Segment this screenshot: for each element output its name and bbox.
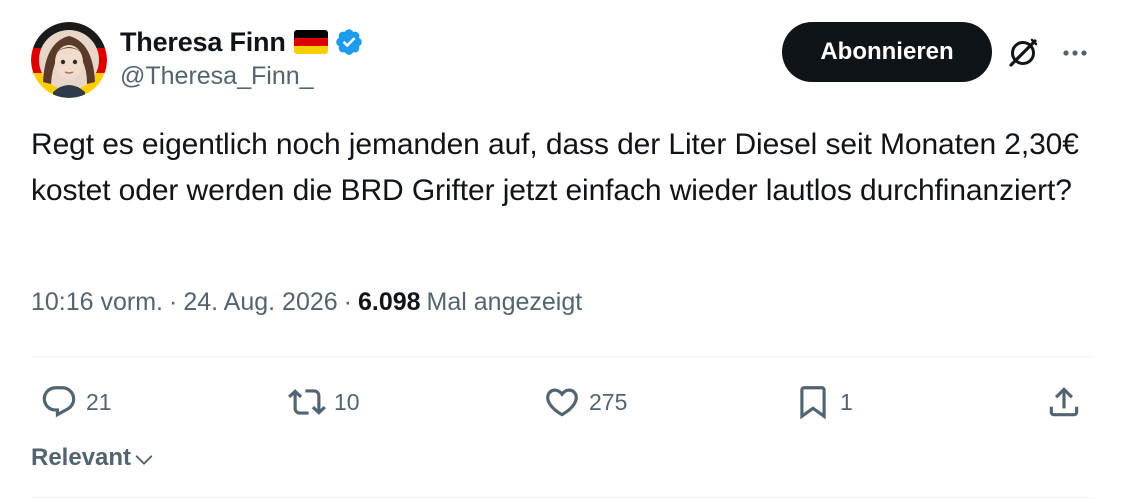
author-handle[interactable]: @Theresa_Finn_ (120, 62, 314, 91)
bookmark-icon (800, 386, 826, 420)
reply-count: 21 (86, 388, 112, 415)
tweet-date[interactable]: 24. Aug. 2026 (183, 288, 337, 317)
sort-relevant-dropdown[interactable]: Relevant (31, 444, 155, 472)
author-name-row: Theresa Finn (120, 25, 364, 59)
germany-flag-icon (293, 30, 328, 54)
repost-icon (288, 389, 326, 415)
views-count[interactable]: 6.098 (358, 288, 421, 317)
tweet-text: Regt es eigentlich noch jemanden auf, da… (31, 128, 1079, 207)
bookmark-count: 1 (840, 388, 853, 415)
divider (31, 497, 1093, 498)
tweet-card: Theresa Finn @Theresa_Finn_ Abonnieren R… (0, 0, 1123, 500)
bookmark-button[interactable]: 1 (794, 382, 853, 422)
share-button[interactable] (1045, 382, 1083, 422)
follow-button[interactable]: Abonnieren (782, 22, 992, 82)
chevron-down-icon (135, 455, 153, 465)
reply-button[interactable]: 21 (40, 382, 112, 422)
tweet-meta: 10:16 vorm. · 24. Aug. 2026 · 6.098 Mal … (31, 288, 582, 317)
like-button[interactable]: 275 (543, 382, 627, 422)
like-count: 275 (589, 388, 628, 415)
repost-count: 10 (334, 388, 360, 415)
author-display-name[interactable]: Theresa Finn (120, 27, 286, 58)
meta-separator: · (343, 288, 352, 316)
verified-badge-icon[interactable] (334, 27, 364, 57)
avatar[interactable] (31, 22, 107, 98)
avatar-image (31, 22, 107, 98)
more-icon[interactable] (1060, 38, 1090, 68)
grok-icon[interactable] (1005, 35, 1041, 71)
like-icon (546, 388, 578, 417)
views-label: Mal angezeigt (426, 288, 583, 316)
share-icon (1049, 387, 1079, 417)
meta-separator: · (169, 288, 178, 316)
tweet-time[interactable]: 10:16 vorm. (31, 288, 163, 317)
sort-label: Relevant (31, 444, 132, 471)
reply-icon (42, 386, 76, 418)
divider (31, 356, 1093, 357)
repost-button[interactable]: 10 (288, 382, 360, 422)
